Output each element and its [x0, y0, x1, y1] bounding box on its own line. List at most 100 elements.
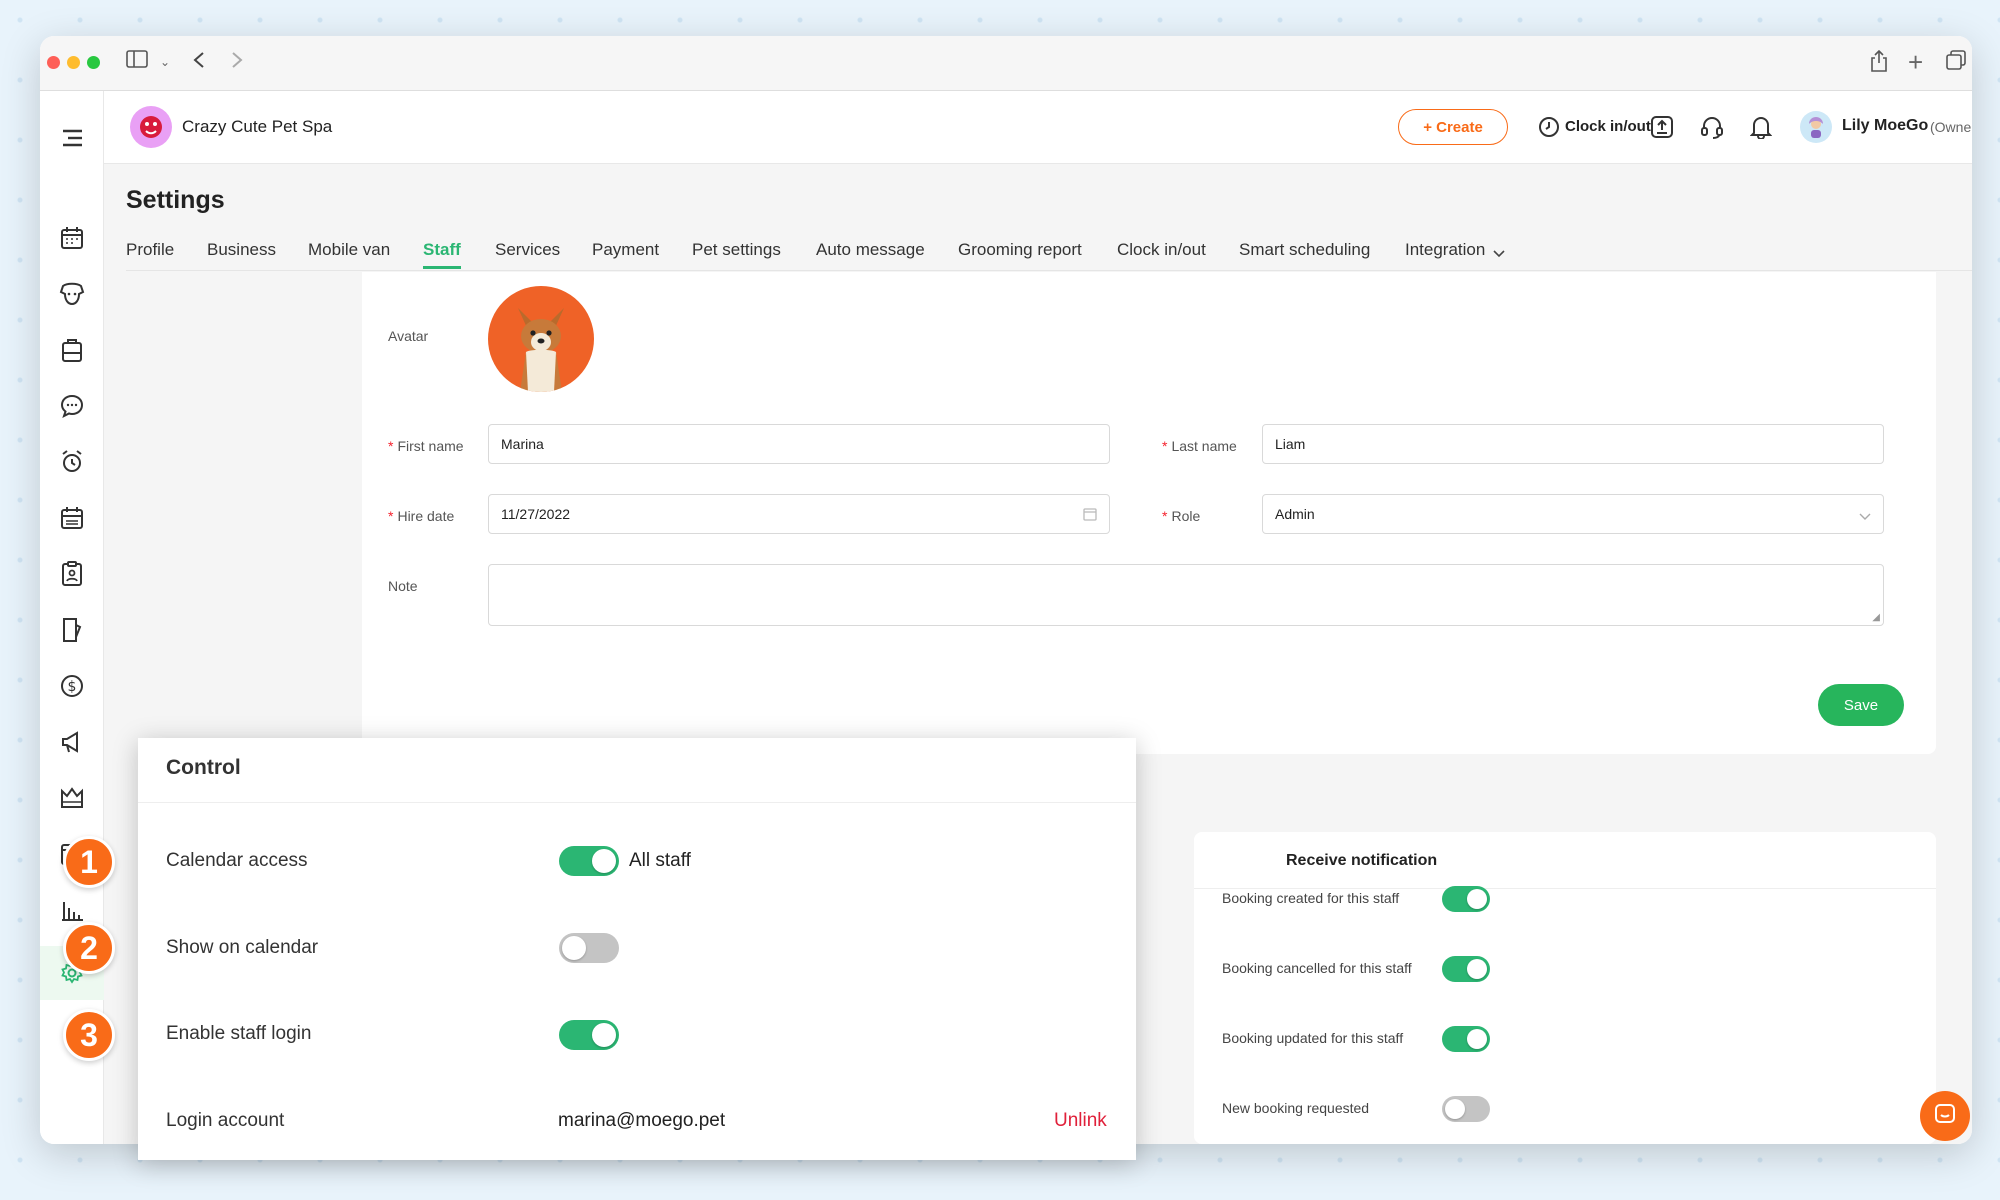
tab-profile[interactable]: Profile — [126, 240, 174, 260]
staff-avatar[interactable] — [488, 286, 594, 392]
toggle-knob — [1467, 1029, 1487, 1049]
create-button[interactable]: + Create — [1398, 109, 1508, 145]
tab-overview-icon[interactable] — [1946, 50, 1966, 76]
clock-in-out-button[interactable]: Clock in/out — [1565, 118, 1651, 135]
pet-icon[interactable] — [40, 267, 104, 321]
toggle-show-on-calendar[interactable] — [559, 933, 619, 963]
create-button-label: + Create — [1423, 118, 1483, 136]
last-name-label: * Last name — [1162, 438, 1237, 454]
calendar-icon[interactable] — [40, 211, 104, 265]
note-textarea[interactable]: ◢ — [488, 564, 1884, 626]
toggle-knob — [1467, 889, 1487, 909]
business-name[interactable]: Crazy Cute Pet Spa — [182, 117, 332, 137]
last-name-input[interactable]: Liam — [1262, 424, 1884, 464]
step-badge-2: 2 — [63, 922, 115, 974]
tab-services[interactable]: Services — [495, 240, 560, 260]
role-label-text: Role — [1171, 508, 1201, 524]
toggle-knob — [562, 936, 586, 960]
upload-icon[interactable] — [1650, 115, 1674, 144]
save-button-label: Save — [1843, 696, 1879, 714]
enable-staff-login-label: Enable staff login — [166, 1023, 312, 1044]
tab-mobile-van[interactable]: Mobile van — [308, 240, 390, 260]
unlink-button[interactable]: Unlink — [1054, 1110, 1107, 1132]
toggle-new-booking-requested[interactable] — [1442, 1096, 1490, 1122]
toggle-knob — [1445, 1099, 1465, 1119]
last-name-label-text: Last name — [1171, 438, 1237, 454]
staff-profile-card: Avatar * First name Marina * Last name L… — [362, 272, 1936, 754]
hire-date-picker[interactable]: 11/27/2022 — [488, 494, 1110, 534]
user-avatar[interactable] — [1800, 111, 1832, 143]
first-name-value: Marina — [501, 436, 544, 452]
tab-payment[interactable]: Payment — [592, 240, 659, 260]
tab-integration[interactable]: Integration — [1405, 240, 1485, 260]
retail-icon[interactable] — [40, 323, 104, 377]
last-name-value: Liam — [1275, 436, 1306, 452]
chat-icon — [1933, 1102, 1957, 1131]
notification-bell-icon[interactable] — [1749, 115, 1773, 144]
receive-notification-card: Receive notification — [1194, 832, 1936, 1144]
first-name-label: * First name — [388, 438, 464, 454]
step-badge-3: 3 — [63, 1009, 115, 1061]
login-account-label: Login account — [166, 1110, 285, 1131]
first-name-label-text: First name — [397, 438, 464, 454]
role-value: Admin — [1275, 506, 1315, 522]
tab-pet-settings[interactable]: Pet settings — [692, 240, 781, 260]
tab-staff[interactable]: Staff — [423, 240, 461, 260]
toggle-booking-cancelled[interactable] — [1442, 956, 1490, 982]
agreement-icon[interactable] — [40, 603, 104, 657]
message-icon[interactable] — [40, 379, 104, 433]
browser-titlebar: ⌄ + — [40, 36, 1972, 91]
clock-icon[interactable] — [1538, 116, 1560, 143]
tab-business[interactable]: Business — [207, 240, 276, 260]
new-tab-icon[interactable]: + — [1908, 49, 1923, 75]
first-name-input[interactable]: Marina — [488, 424, 1110, 464]
finance-icon[interactable]: $ — [40, 659, 104, 713]
headset-support-icon[interactable] — [1700, 115, 1724, 144]
share-icon[interactable] — [1870, 49, 1888, 78]
minimize-window-button[interactable] — [67, 56, 80, 69]
avatar-label: Avatar — [388, 328, 429, 344]
membership-icon[interactable] — [40, 771, 104, 825]
toggle-knob — [592, 849, 616, 873]
sidebar-toggle-icon[interactable] — [126, 50, 148, 74]
clipboard-icon[interactable] — [40, 547, 104, 601]
user-name[interactable]: Lily MoeGo — [1842, 117, 1928, 135]
toggle-calendar-access[interactable] — [559, 846, 619, 876]
back-arrow-icon[interactable] — [192, 50, 206, 76]
zoom-window-button[interactable] — [87, 56, 100, 69]
tab-staff-underline — [423, 266, 461, 269]
notification-label-booking-created: Booking created for this staff — [1222, 890, 1400, 906]
tab-smart-scheduling[interactable]: Smart scheduling — [1239, 240, 1370, 260]
calendar-access-value: All staff — [629, 850, 691, 871]
role-label: * Role — [1162, 508, 1201, 524]
tab-bar-divider — [126, 270, 1972, 271]
forward-arrow-icon[interactable] — [230, 50, 244, 76]
notification-label-booking-updated: Booking updated for this staff — [1222, 1030, 1404, 1046]
calendar-small-icon[interactable] — [1083, 507, 1097, 524]
user-role: (Owner) — [1930, 119, 1972, 135]
integration-chevron-down-icon[interactable] — [1493, 246, 1505, 264]
tab-auto-message[interactable]: Auto message — [816, 240, 925, 260]
role-chevron-down-icon[interactable] — [1859, 509, 1871, 525]
step-badge-1: 1 — [63, 836, 115, 888]
schedule-icon[interactable] — [40, 491, 104, 545]
marketing-icon[interactable] — [40, 715, 104, 769]
reminder-icon[interactable] — [40, 435, 104, 489]
tab-clock-in-out[interactable]: Clock in/out — [1117, 240, 1206, 260]
role-select[interactable]: Admin — [1262, 494, 1884, 534]
tab-grooming-report[interactable]: Grooming report — [958, 240, 1082, 260]
menu-icon[interactable] — [40, 111, 104, 165]
close-window-button[interactable] — [47, 56, 60, 69]
login-account-value: marina@moego.pet — [558, 1110, 726, 1131]
chevron-down-icon[interactable]: ⌄ — [160, 50, 170, 74]
toggle-booking-updated[interactable] — [1442, 1026, 1490, 1052]
save-button[interactable]: Save — [1818, 684, 1904, 726]
toggle-enable-staff-login[interactable] — [559, 1020, 619, 1050]
notification-title: Receive notification — [1286, 852, 1438, 869]
chat-launcher-button[interactable] — [1920, 1091, 1970, 1141]
page-title: Settings — [126, 186, 225, 214]
toggle-booking-created[interactable] — [1442, 886, 1490, 912]
toggle-knob — [592, 1023, 616, 1047]
show-on-calendar-label: Show on calendar — [166, 937, 319, 958]
resize-handle-icon[interactable]: ◢ — [1872, 612, 1880, 623]
